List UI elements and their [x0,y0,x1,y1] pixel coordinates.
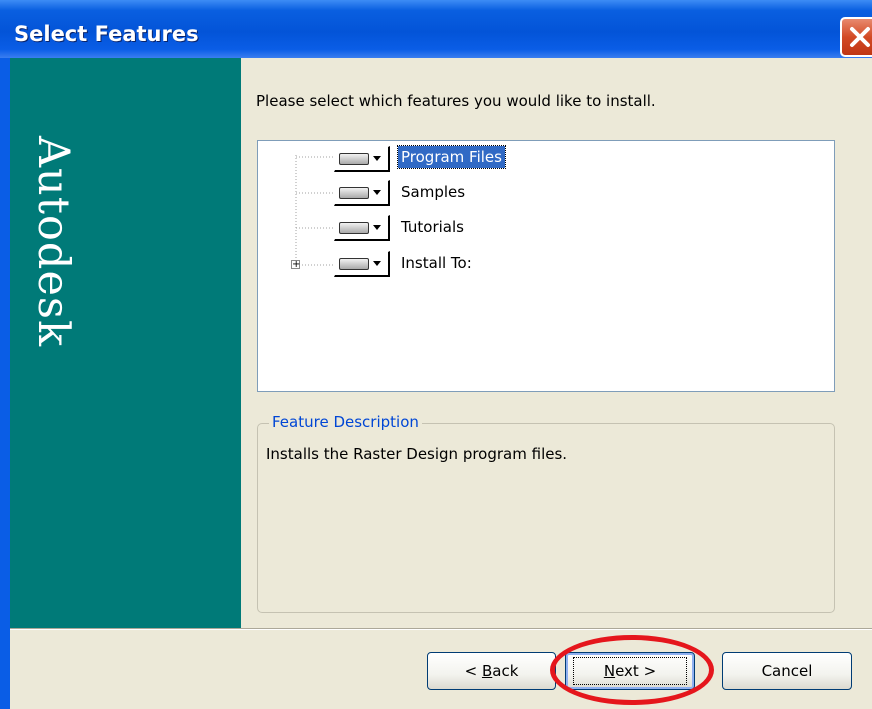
instruction-text: Please select which features you would l… [256,92,656,110]
tree-item-label[interactable]: Program Files [397,145,506,169]
drive-icon [339,222,369,234]
footer-separator [10,628,872,630]
feature-description-legend: Feature Description [269,413,422,431]
drive-icon [339,153,369,165]
tree-item-label[interactable]: Tutorials [398,216,467,238]
tree-item-label[interactable]: Samples [398,181,468,203]
back-button-mnemonic: B [481,662,493,680]
chevron-down-icon [373,156,381,161]
feature-description-text: Installs the Raster Design program files… [266,445,568,463]
close-icon [850,27,870,47]
feature-install-dropdown[interactable] [334,146,390,172]
cancel-button[interactable]: Cancel [722,652,852,690]
next-button-focus-ring [573,657,687,685]
feature-install-dropdown[interactable] [334,251,390,277]
feature-install-dropdown[interactable] [334,180,390,206]
tree-item-label[interactable]: Install To: [398,252,475,274]
back-button-prefix: < [464,662,482,680]
chevron-down-icon [373,261,381,266]
drive-icon [339,258,369,270]
brand-side-panel: Autodesk [10,58,241,628]
feature-tree[interactable]: Program Files Samples Tutorials + Instal… [257,140,835,392]
close-button[interactable] [840,17,872,57]
chevron-down-icon [373,190,381,195]
back-button[interactable]: < Back [427,652,556,690]
chevron-down-icon [373,225,381,230]
select-features-dialog: Select Features Autodesk Please select w… [0,0,872,709]
autodesk-logo: Autodesk [28,136,78,348]
drive-icon [339,187,369,199]
expand-plus-icon[interactable]: + [291,260,300,270]
window-title: Select Features [14,22,199,46]
back-button-suffix: ack [492,662,519,680]
feature-install-dropdown[interactable] [334,215,390,241]
title-bar[interactable]: Select Features [0,0,872,58]
window-left-border [0,58,10,709]
